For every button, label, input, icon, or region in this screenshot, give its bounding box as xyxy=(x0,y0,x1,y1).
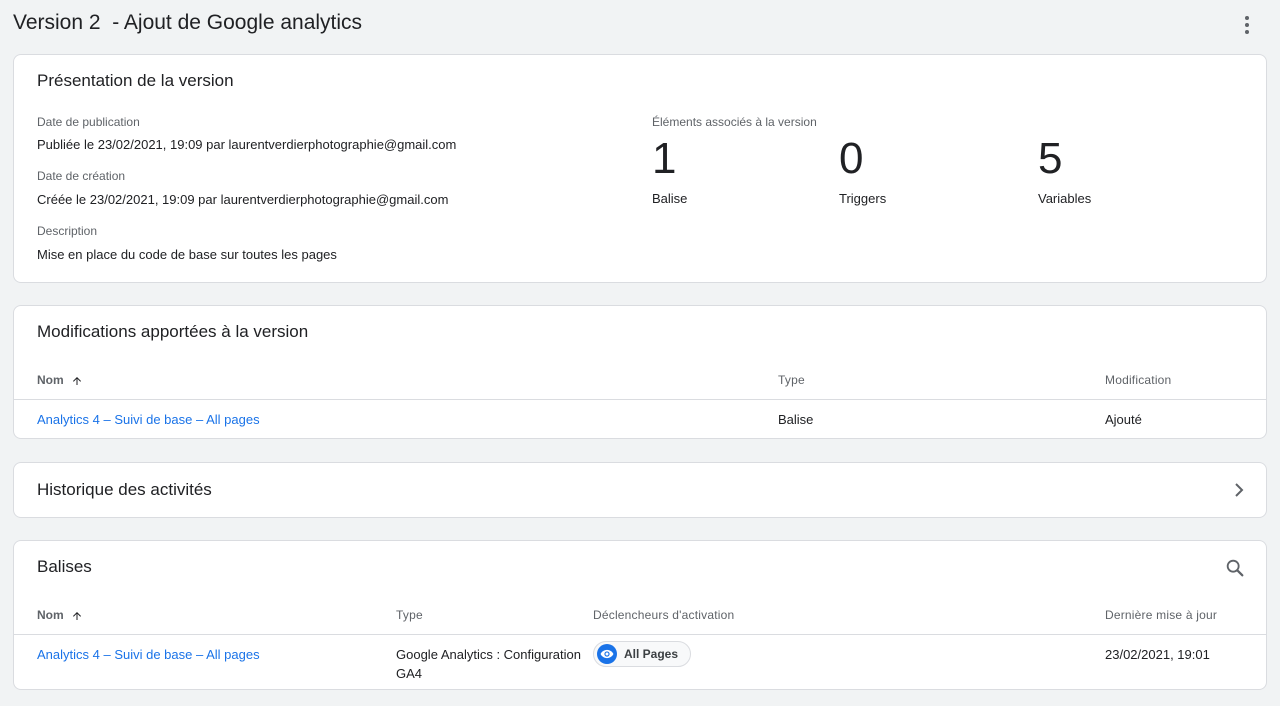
tag-count: 1 xyxy=(652,134,677,183)
tags-column-header-type[interactable]: Type xyxy=(396,608,423,622)
chevron-right-icon[interactable] xyxy=(1232,481,1246,499)
tags-column-header-triggers[interactable]: Déclencheurs d'activation xyxy=(593,608,734,622)
changes-title: Modifications apportées à la version xyxy=(37,322,309,341)
tag-type-line2: GA4 xyxy=(396,666,423,681)
trigger-count: 0 xyxy=(839,134,864,183)
history-title: Historique des activités xyxy=(37,480,212,499)
column-header-name-label: Nom xyxy=(37,373,64,387)
creation-date-label: Date de création xyxy=(37,169,126,183)
description-label: Description xyxy=(37,224,98,238)
tags-column-header-name-label: Nom xyxy=(37,608,64,622)
tag-count-label: Balise xyxy=(652,191,688,206)
tags-column-header-name[interactable]: Nom xyxy=(37,608,83,622)
variable-count: 5 xyxy=(1038,134,1063,183)
table-divider xyxy=(14,399,1266,400)
arrow-up-icon xyxy=(73,611,82,620)
overview-title: Présentation de la version xyxy=(37,71,234,90)
creation-date-value: Créée le 23/02/2021, 19:09 par laurentve… xyxy=(37,192,449,207)
variable-count-label: Variables xyxy=(1038,191,1092,206)
tags-title: Balises xyxy=(37,557,92,576)
version-changes-card: Modifications apportées à la version Nom… xyxy=(13,305,1267,439)
publication-date-value: Publiée le 23/02/2021, 19:09 par laurent… xyxy=(37,137,457,152)
associated-elements-label: Éléments associés à la version xyxy=(652,115,817,129)
trigger-chip[interactable]: All Pages xyxy=(593,641,692,667)
column-header-name[interactable]: Nom xyxy=(37,373,83,387)
change-name-link[interactable]: Analytics 4 – Suivi de base – All pages xyxy=(37,412,260,427)
tags-card: Balises Nom Type Déclencheurs d'activati… xyxy=(13,540,1267,690)
tag-updated: 23/02/2021, 19:01 xyxy=(1105,647,1210,662)
tag-name-link[interactable]: Analytics 4 – Suivi de base – All pages xyxy=(37,647,260,662)
page-header: Version 2 - Ajout de Google analytics xyxy=(0,0,1280,50)
column-header-type[interactable]: Type xyxy=(778,373,805,387)
eye-icon xyxy=(597,644,617,664)
activity-history-card[interactable]: Historique des activités xyxy=(13,462,1267,518)
tags-column-header-updated[interactable]: Dernière mise à jour xyxy=(1105,608,1217,622)
change-type: Balise xyxy=(778,412,814,427)
publication-date-label: Date de publication xyxy=(37,115,140,129)
more-vert-icon[interactable] xyxy=(1236,14,1258,36)
trigger-chip-label: All Pages xyxy=(624,647,679,661)
page-title: Version 2 - Ajout de Google analytics xyxy=(13,11,363,34)
description-value: Mise en place du code de base sur toutes… xyxy=(37,247,337,262)
version-overview-card: Présentation de la version Date de publi… xyxy=(13,54,1267,283)
arrow-up-icon xyxy=(73,376,82,385)
change-modification: Ajouté xyxy=(1105,412,1142,427)
table-divider xyxy=(14,634,1266,635)
tag-type-line1: Google Analytics : Configuration xyxy=(396,647,581,662)
trigger-count-label: Triggers xyxy=(839,191,887,206)
search-icon[interactable] xyxy=(1224,557,1246,579)
column-header-modification[interactable]: Modification xyxy=(1105,373,1171,387)
